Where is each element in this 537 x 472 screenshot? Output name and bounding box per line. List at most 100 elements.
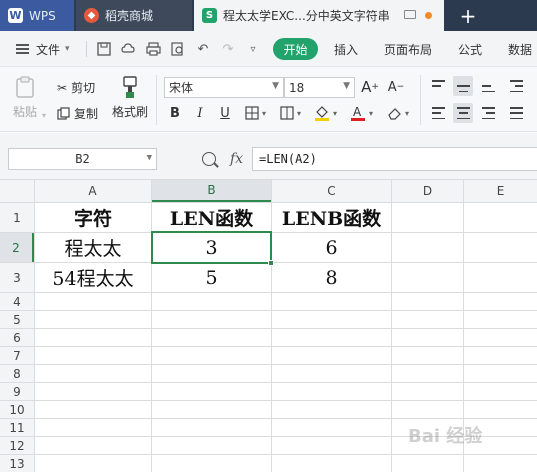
cell-c1[interactable]: LENB函数	[272, 203, 391, 232]
row-header-13[interactable]: 13	[0, 455, 34, 472]
underline-button[interactable]: U	[215, 103, 235, 123]
align-top-button[interactable]	[428, 76, 448, 96]
align-right-icon	[481, 107, 495, 119]
bold-button[interactable]: B	[165, 103, 185, 123]
menu-file[interactable]: 文件 ▾	[36, 31, 70, 67]
chevron-down-icon[interactable]: ▾	[405, 109, 409, 118]
name-box[interactable]: B2 ▼	[8, 148, 157, 170]
row-header-6[interactable]: 6	[0, 329, 34, 346]
cut-label: 剪切	[71, 81, 96, 95]
cell-b1[interactable]: LEN函数	[152, 203, 271, 232]
justify-button[interactable]	[506, 103, 526, 123]
chevron-down-icon[interactable]: ▾	[369, 109, 373, 118]
font-color-icon: A	[351, 105, 365, 121]
column-header-e[interactable]: E	[464, 180, 537, 202]
menu-bar: 文件 ▾ ↶ ↷ ▿ 开始 插入 页面布局 公式 数据	[0, 31, 537, 67]
column-header-b[interactable]: B	[152, 180, 271, 202]
paste-label: 粘贴	[12, 105, 37, 119]
paste-button[interactable]: 粘贴	[10, 75, 40, 120]
row-header-3[interactable]: 3	[0, 263, 34, 292]
new-tab-button[interactable]: +	[448, 0, 488, 31]
row-header-12[interactable]: 12	[0, 437, 34, 454]
divider	[420, 75, 421, 125]
chevron-down-icon[interactable]: ▾	[262, 109, 266, 118]
select-all-corner[interactable]	[0, 180, 34, 202]
cell-a3[interactable]: 54程太太	[35, 263, 151, 292]
cloud-sync-icon[interactable]	[120, 41, 136, 57]
column-header-c[interactable]: C	[272, 180, 391, 202]
indent-button[interactable]	[506, 76, 526, 96]
grid-line	[0, 310, 537, 311]
monitor-icon[interactable]	[404, 10, 416, 19]
borders-button[interactable]	[242, 103, 262, 123]
row-header-10[interactable]: 10	[0, 401, 34, 418]
undo-icon[interactable]: ↶	[195, 41, 211, 57]
print-icon[interactable]	[145, 41, 161, 57]
align-bottom-icon	[481, 80, 495, 92]
cell-a1[interactable]: 字符	[35, 203, 151, 232]
customize-dropdown-icon[interactable]: ▿	[245, 41, 261, 57]
align-center-button[interactable]	[453, 103, 473, 123]
wps-logo-icon: W	[8, 8, 23, 23]
divider	[156, 75, 157, 125]
active-cell-outline	[151, 231, 272, 264]
merge-cells-button[interactable]	[277, 103, 297, 123]
clear-format-button[interactable]	[384, 103, 404, 123]
insert-function-button[interactable]: fx	[230, 151, 243, 167]
search-icon[interactable]	[202, 152, 216, 166]
menu-insert[interactable]: 插入	[334, 31, 358, 67]
font-size-select[interactable]: 18 ▼	[284, 77, 355, 98]
cell-a2[interactable]: 程太太	[35, 233, 151, 262]
font-color-button[interactable]: A	[348, 103, 368, 123]
align-bottom-button[interactable]	[478, 76, 498, 96]
copy-button[interactable]: 复制	[57, 105, 98, 122]
row-header-4[interactable]: 4	[0, 293, 34, 310]
align-middle-button[interactable]	[453, 76, 473, 96]
align-right-button[interactable]	[478, 103, 498, 123]
row-header-9[interactable]: 9	[0, 383, 34, 400]
hamburger-icon[interactable]	[16, 44, 29, 54]
row-header-1[interactable]: 1	[0, 203, 34, 232]
tab-current-document[interactable]: S 程太太学EXC...分中英文字符串	[194, 0, 444, 31]
align-left-icon	[431, 107, 445, 119]
grow-font-button[interactable]: A +	[360, 77, 380, 97]
indent-icon	[509, 80, 523, 92]
grid-line	[391, 180, 392, 472]
font-name-select[interactable]: 宋体 ▼	[164, 77, 284, 98]
merge-icon	[280, 106, 294, 120]
copy-label: 复制	[74, 107, 99, 121]
shrink-font-button[interactable]: A −	[386, 77, 406, 97]
tab-docer-store[interactable]: ◆ 稻壳商城	[76, 0, 192, 31]
menu-start[interactable]: 开始	[273, 38, 318, 60]
print-preview-icon[interactable]	[170, 41, 186, 57]
format-painter-button[interactable]: 格式刷	[110, 75, 150, 120]
cut-button[interactable]: ✂ 剪切	[57, 79, 95, 96]
paste-options-icon[interactable]: ▾	[42, 111, 46, 120]
row-header-2[interactable]: 2	[0, 233, 34, 262]
redo-icon[interactable]: ↷	[220, 41, 236, 57]
tab-wps-home[interactable]: W WPS	[0, 0, 74, 31]
spreadsheet-grid[interactable]: A B C D E 1 2 3 4 5 6 7 8 9 10 11 12 13 …	[0, 180, 537, 472]
save-icon[interactable]	[96, 41, 112, 57]
cell-b3[interactable]: 5	[152, 263, 271, 292]
row-header-8[interactable]: 8	[0, 365, 34, 382]
grid-line	[0, 364, 537, 365]
menu-data[interactable]: 数据	[508, 31, 532, 67]
scissors-icon: ✂	[57, 80, 68, 95]
column-header-a[interactable]: A	[34, 180, 151, 202]
cell-c3[interactable]: 8	[272, 263, 391, 292]
column-header-d[interactable]: D	[392, 180, 463, 202]
fill-color-button[interactable]	[312, 103, 332, 123]
align-left-button[interactable]	[428, 103, 448, 123]
cell-c2[interactable]: 6	[272, 233, 391, 262]
formula-input[interactable]: =LEN(A2)	[252, 147, 537, 171]
menu-page-layout[interactable]: 页面布局	[384, 31, 432, 67]
chevron-down-icon[interactable]: ▾	[297, 109, 301, 118]
row-header-7[interactable]: 7	[0, 347, 34, 364]
italic-button[interactable]: I	[190, 103, 210, 123]
fill-handle[interactable]	[268, 260, 274, 266]
menu-formula[interactable]: 公式	[458, 31, 482, 67]
chevron-down-icon[interactable]: ▾	[333, 109, 337, 118]
row-header-11[interactable]: 11	[0, 419, 34, 436]
row-header-5[interactable]: 5	[0, 311, 34, 328]
